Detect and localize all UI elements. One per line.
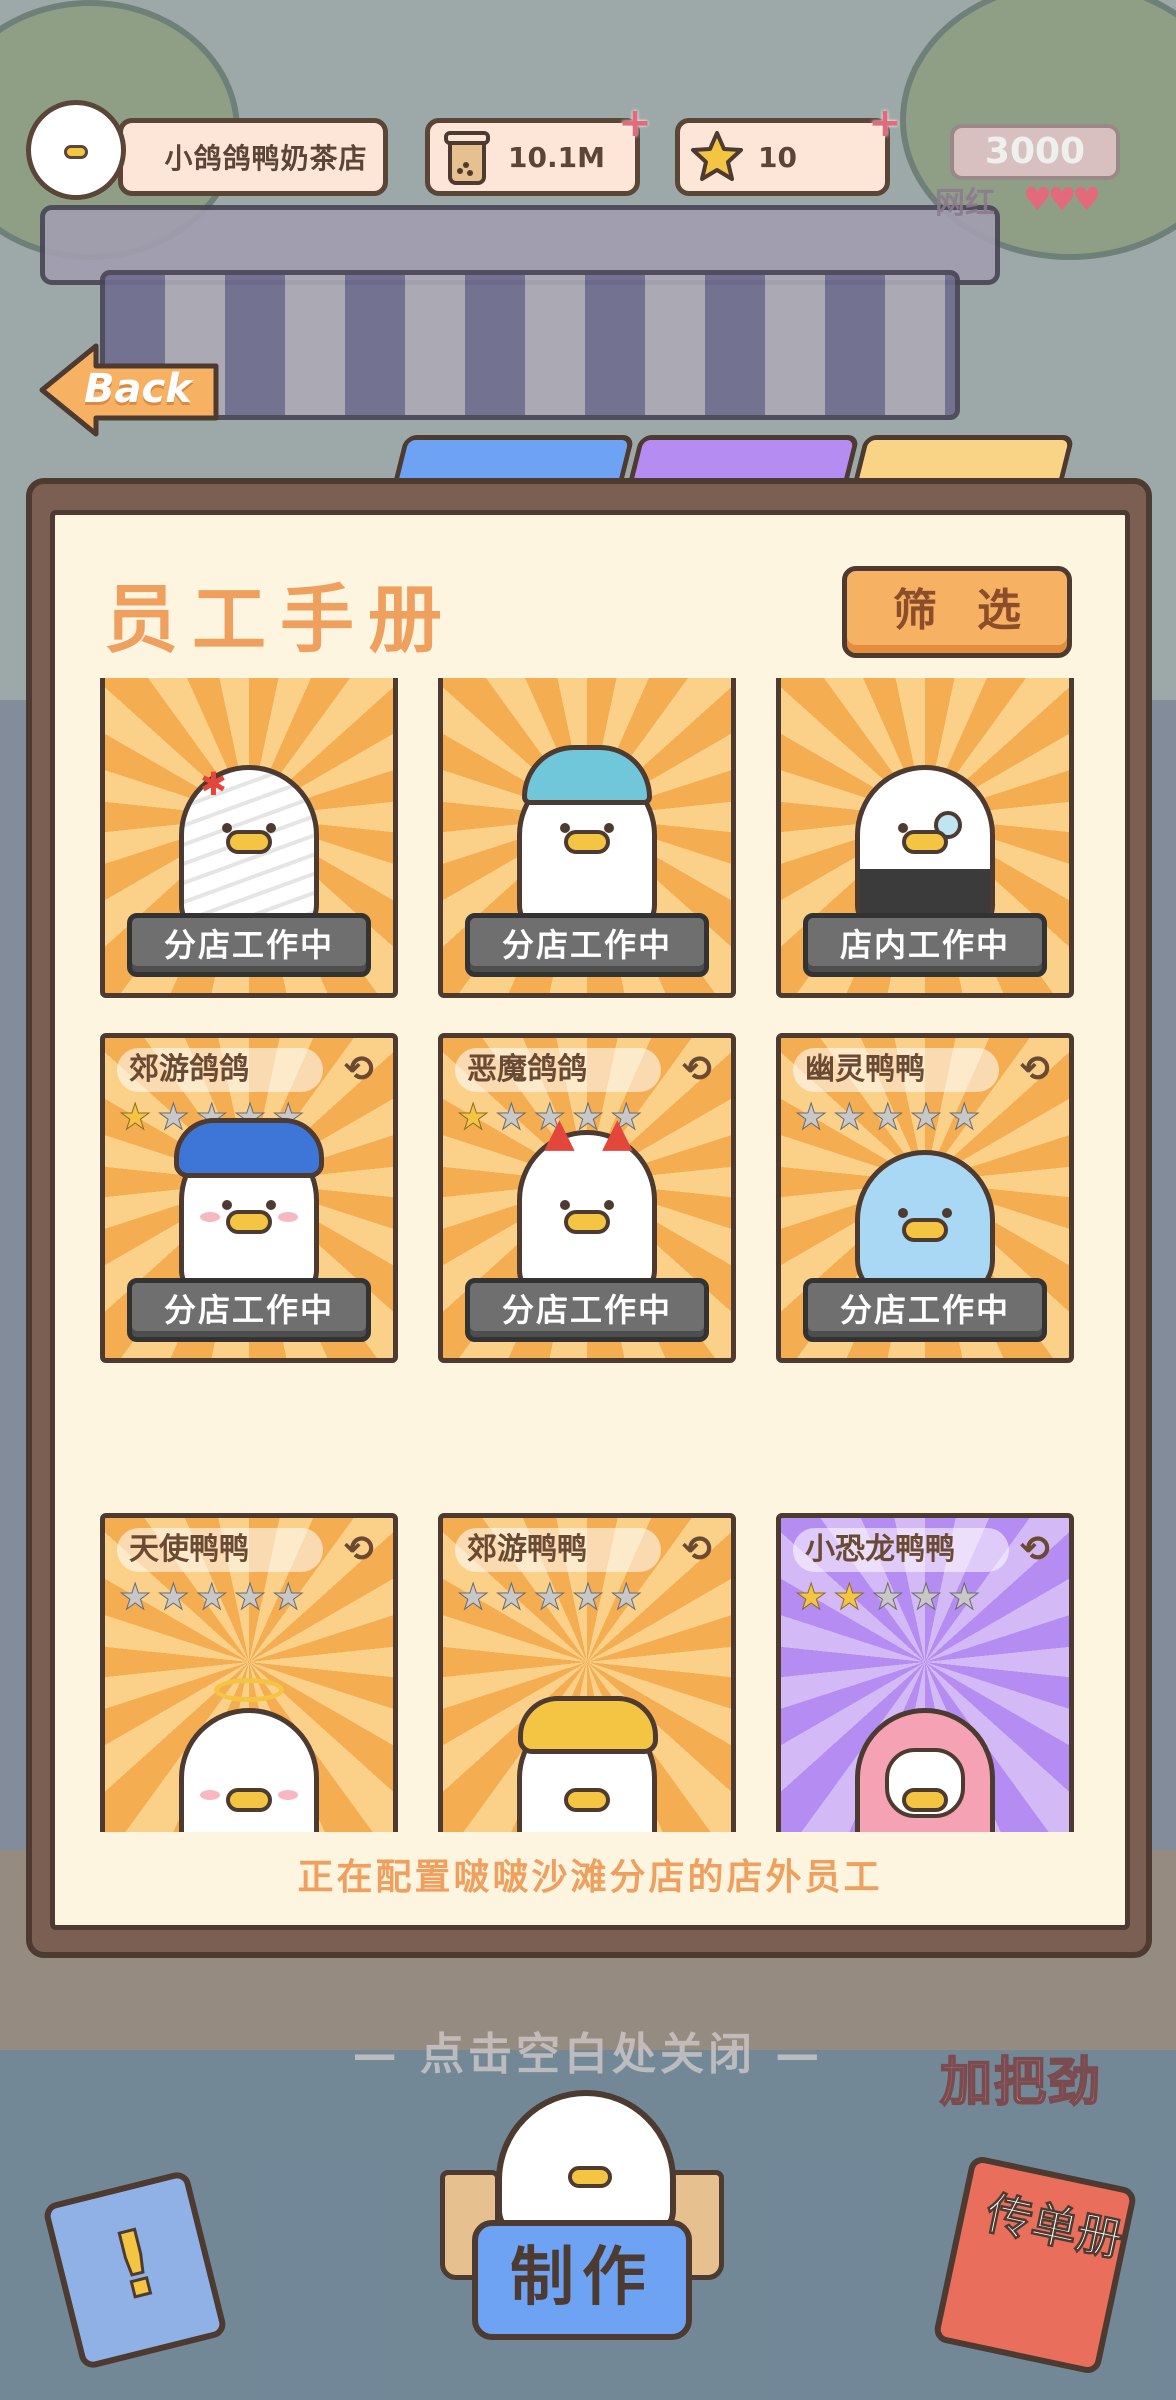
star-rating: ★★★★★ — [794, 1577, 981, 1618]
swap-icon[interactable]: ⟲ — [339, 1050, 379, 1090]
config-note: 正在配置啵啵沙滩分店的店外员工 — [297, 1857, 883, 1898]
make-button[interactable]: 制作 — [472, 2220, 692, 2340]
employee-status: 分店工作中 — [465, 913, 709, 977]
employee-name: 天使鸭鸭 — [117, 1528, 323, 1572]
employee-character — [840, 1678, 1010, 1832]
star-icon: ★ — [118, 1097, 152, 1138]
star-icon — [686, 126, 748, 188]
employee-status: 分店工作中 — [127, 1278, 371, 1342]
shop-name: 小鸽鸽鸭奶茶店 — [164, 142, 368, 175]
add-star-icon[interactable]: + — [867, 103, 903, 143]
fans-badge[interactable]: 3000 网红 ♥♥♥ — [935, 118, 1135, 221]
swap-icon[interactable]: ⟲ — [339, 1530, 379, 1570]
employee-card[interactable]: 恶魔鸽鸽 ⟲ ★ ★ ★ ★ ★ ▲ ▲ 分店工作中 — [438, 1033, 736, 1363]
employee-name: 幽灵鸭鸭 — [793, 1048, 999, 1092]
star-icon: ★ — [871, 1577, 904, 1618]
employee-card[interactable]: 郊游鸭鸭 ⟲ ★ ★ ★ ★ ★ — [438, 1513, 736, 1832]
employee-status: 分店工作中 — [803, 1278, 1047, 1342]
swap-icon[interactable]: ⟲ — [1015, 1050, 1055, 1090]
star-icon: ★ — [833, 1577, 866, 1618]
star-icon: ★ — [495, 1577, 528, 1618]
employee-card[interactable]: ✱ 分店工作中 — [100, 678, 398, 998]
filter-button[interactable]: 筛选 — [842, 566, 1072, 658]
cheer-button[interactable]: 加把劲 — [939, 1960, 1140, 2120]
star-icon: ★ — [157, 1577, 190, 1618]
shop-name-plate[interactable]: 小鸽鸽鸭奶茶店 — [118, 118, 388, 196]
star-icon: ★ — [794, 1097, 828, 1138]
employee-card[interactable]: 天使鸭鸭 ⟲ ★ ★ ★ ★ ★ — [100, 1513, 398, 1832]
swap-icon[interactable]: ⟲ — [1015, 1530, 1055, 1570]
cheer-label: 加把劲 — [939, 2052, 1103, 2114]
flyer-label: 传单册 — [981, 2185, 1128, 2268]
fans-label: 网红 — [935, 186, 995, 221]
employee-card[interactable]: 幽灵鸭鸭 ⟲ ★ ★ ★ ★ ★ 分店工作中 — [776, 1033, 1074, 1363]
star-icon: ★ — [948, 1577, 981, 1618]
star-icon: ★ — [610, 1577, 643, 1618]
employee-name: 小恐龙鸭鸭 — [793, 1528, 1009, 1572]
star-icon: ★ — [909, 1577, 943, 1618]
employee-character: ✱ — [164, 735, 334, 935]
employee-card[interactable]: 小恐龙鸭鸭 ⟲ ★ ★ ★ ★ ★ — [776, 1513, 1074, 1832]
swap-icon[interactable]: ⟲ — [677, 1530, 717, 1570]
employee-character — [840, 735, 1010, 935]
back-button[interactable]: Back — [36, 340, 226, 440]
star-icon: ★ — [794, 1577, 828, 1618]
swap-icon[interactable]: ⟲ — [677, 1050, 717, 1090]
heart-icon: ♥♥♥ — [1023, 180, 1101, 218]
employee-character — [840, 1100, 1010, 1300]
star-icon: ★ — [118, 1577, 152, 1618]
star-icon: ★ — [272, 1577, 305, 1618]
manual-title: 员工手册 — [104, 577, 456, 663]
star-icon: ★ — [233, 1577, 267, 1618]
employee-character — [164, 1100, 334, 1300]
employee-status: 店内工作中 — [803, 913, 1047, 977]
employee-card[interactable]: 店内工作中 — [776, 678, 1074, 998]
milk-tea-amount: 10.1M — [508, 140, 605, 174]
employee-card[interactable]: 郊游鸽鸽 ⟲ ★★★★★ 分店工作中 — [100, 1033, 398, 1363]
duck-avatar-icon — [46, 125, 106, 175]
back-button-label: Back — [84, 366, 192, 412]
employee-status: 分店工作中 — [465, 1278, 709, 1342]
star-icon: ★ — [456, 1577, 490, 1618]
milk-tea-icon — [436, 126, 498, 188]
alert-icon: ! — [101, 2208, 169, 2323]
star-rating: ★★★★★ — [456, 1577, 643, 1618]
star-icon: ★ — [456, 1097, 490, 1138]
player-avatar[interactable] — [26, 100, 126, 200]
star-icon: ★ — [195, 1577, 228, 1618]
employee-character — [164, 1678, 334, 1832]
employee-grid[interactable]: ✱ 分店工作中 分店工作中 店内工作中 郊游鸽鸽 ⟲ ★★★★★ — [100, 678, 1076, 1832]
milk-tea-currency[interactable]: 10.1M + — [425, 103, 652, 196]
employee-character: ▲ ▲ — [502, 1100, 672, 1300]
employee-character — [502, 1678, 672, 1832]
star-icon: ★ — [533, 1577, 566, 1618]
employee-name: 恶魔鸽鸽 — [455, 1048, 661, 1092]
star-icon: ★ — [571, 1577, 605, 1618]
employee-character — [502, 735, 672, 935]
star-rating: ★★★★★ — [118, 1577, 305, 1618]
fans-count: 3000 — [950, 124, 1120, 180]
star-currency[interactable]: 10 + — [675, 103, 902, 196]
employee-status: 分店工作中 — [127, 913, 371, 977]
employee-name: 郊游鸽鸽 — [117, 1048, 323, 1092]
star-amount: 10 — [758, 140, 797, 174]
employee-card[interactable]: 分店工作中 — [438, 678, 736, 998]
employee-name: 郊游鸭鸭 — [455, 1528, 661, 1572]
add-milk-tea-icon[interactable]: + — [617, 103, 653, 143]
